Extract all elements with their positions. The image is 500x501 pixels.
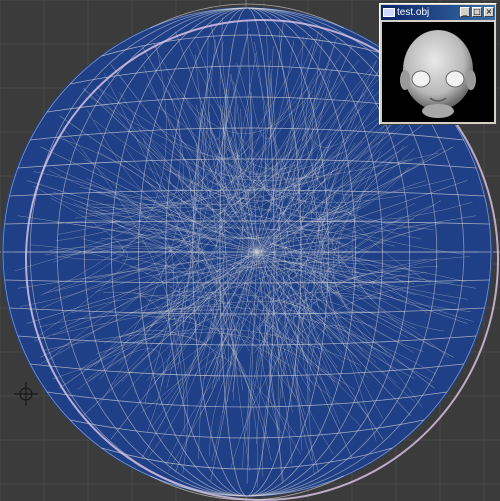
window-title: test.obj bbox=[397, 7, 430, 18]
right-eye bbox=[445, 70, 465, 88]
head-shape bbox=[403, 30, 473, 110]
crosshair-cursor-icon[interactable] bbox=[14, 382, 38, 406]
head-model-render bbox=[400, 30, 476, 118]
left-ear bbox=[400, 70, 410, 90]
3d-viewport[interactable]: test.obj _ □ × bbox=[0, 0, 500, 501]
preview-titlebar[interactable]: test.obj _ □ × bbox=[381, 5, 495, 20]
chin-neck bbox=[422, 104, 454, 118]
app-icon bbox=[383, 8, 395, 17]
left-eye bbox=[411, 70, 431, 88]
maximize-button[interactable]: □ bbox=[472, 7, 482, 17]
preview-window[interactable]: test.obj _ □ × bbox=[379, 3, 497, 125]
right-ear bbox=[466, 70, 476, 90]
minimize-button[interactable]: _ bbox=[460, 7, 470, 17]
close-button[interactable]: × bbox=[484, 7, 494, 17]
preview-render[interactable] bbox=[382, 22, 494, 122]
